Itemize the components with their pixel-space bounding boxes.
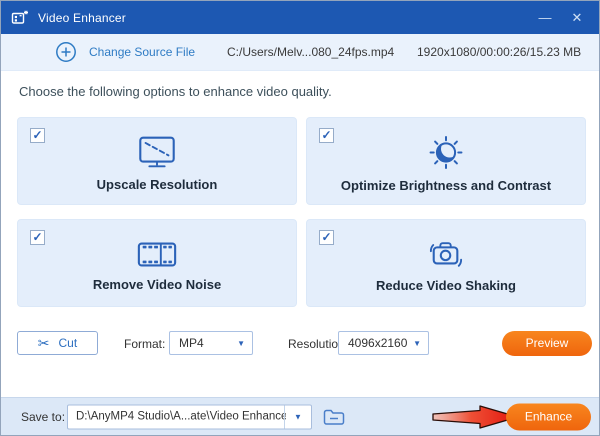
remove-noise-checkbox[interactable]: ✓ (30, 230, 45, 245)
cut-button[interactable]: ✂ Cut (17, 331, 98, 355)
window-controls: — ✕ (529, 1, 593, 34)
film-strip-icon (136, 239, 178, 270)
option-label: Remove Video Noise (92, 276, 222, 292)
format-label: Format: (124, 337, 166, 351)
sun-brightness-icon (426, 134, 466, 171)
option-label: Reduce Video Shaking (376, 278, 516, 293)
chevron-down-icon[interactable]: ▼ (284, 405, 311, 428)
checkmark-icon: ✓ (32, 128, 43, 142)
save-path-value: D:\AnyMP4 Studio\A...ate\Video Enhancer (76, 410, 286, 422)
options-heading: Choose the following options to enhance … (19, 84, 332, 99)
camera-shake-icon (425, 237, 467, 271)
resolution-value: 4096x2160 (348, 336, 408, 350)
source-file-path: C:/Users/Melv...080_24fps.mp4 (227, 45, 395, 59)
enhance-button[interactable]: Enhance (506, 403, 591, 430)
save-to-label: Save to: (21, 409, 66, 424)
browse-folder-button[interactable] (321, 405, 347, 429)
app-icon (11, 9, 30, 26)
video-enhancer-window: Video Enhancer — ✕ Change Source File C:… (0, 0, 600, 436)
monitor-upscale-icon (136, 135, 178, 170)
minimize-button[interactable]: — (529, 1, 561, 34)
checkmark-icon: ✓ (32, 230, 43, 244)
option-label: Optimize Brightness and Contrast (340, 177, 552, 193)
format-dropdown[interactable]: MP4 ▼ (169, 331, 253, 355)
save-path-dropdown[interactable]: D:\AnyMP4 Studio\A...ate\Video Enhancer … (67, 404, 312, 429)
bottom-bar: Save to: D:\AnyMP4 Studio\A...ate\Video … (1, 397, 599, 435)
change-source-file-button[interactable]: Change Source File (89, 45, 195, 59)
preview-button[interactable]: Preview (502, 331, 592, 356)
option-card-upscale-resolution[interactable]: ✓ Upscale Resolution (17, 117, 297, 205)
checkmark-icon: ✓ (321, 128, 332, 142)
checkmark-icon: ✓ (321, 230, 332, 244)
format-value: MP4 (179, 336, 204, 350)
option-card-reduce-shaking[interactable]: ✓ Reduce Video Shaking (306, 219, 586, 307)
source-file-info: 1920x1080/00:00:26/15.23 MB (417, 45, 582, 59)
option-card-remove-noise[interactable]: ✓ Remove Video Noise (17, 219, 297, 307)
close-button[interactable]: ✕ (561, 1, 593, 34)
optimize-brightness-checkbox[interactable]: ✓ (319, 128, 334, 143)
chevron-down-icon: ▼ (237, 339, 245, 348)
scissors-icon: ✂ (37, 335, 50, 351)
window-title: Video Enhancer (38, 10, 126, 25)
upscale-resolution-checkbox[interactable]: ✓ (30, 128, 45, 143)
cut-button-label: Cut (58, 336, 78, 350)
reduce-shaking-checkbox[interactable]: ✓ (319, 230, 334, 245)
source-toolbar: Change Source File C:/Users/Melv...080_2… (1, 34, 599, 71)
title-bar: Video Enhancer — ✕ (1, 1, 599, 34)
option-card-optimize-brightness[interactable]: ✓ Optimize Brightness and Contrast (306, 117, 586, 205)
option-label: Upscale Resolution (96, 176, 218, 192)
chevron-down-icon: ▼ (413, 339, 421, 348)
plus-circle-icon[interactable] (55, 41, 77, 63)
resolution-dropdown[interactable]: 4096x2160 ▼ (338, 331, 429, 355)
